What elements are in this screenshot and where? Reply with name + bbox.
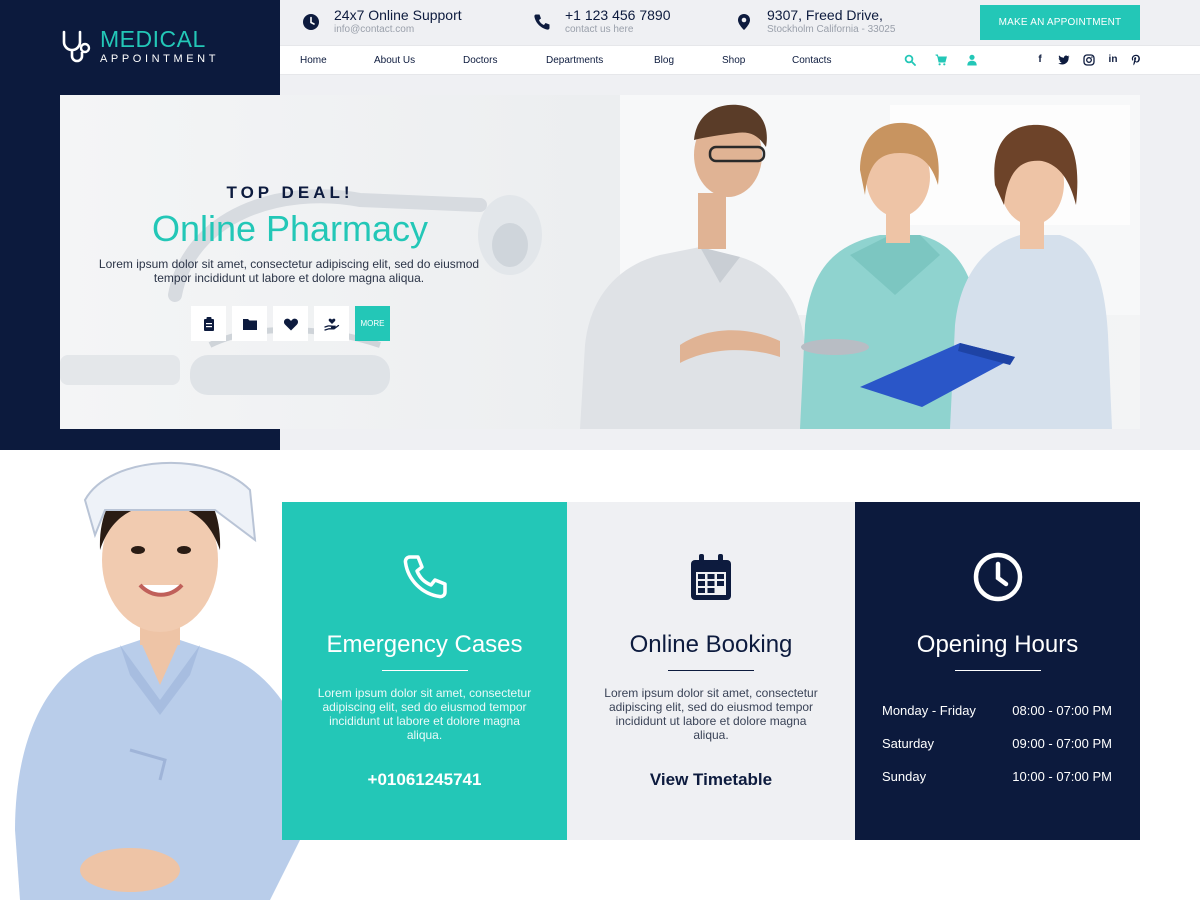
- hero-description: Lorem ipsum dolor sit amet, consectetur …: [98, 257, 480, 285]
- booking-card: Online Booking Lorem ipsum dolor sit ame…: [567, 502, 855, 840]
- twitter-icon[interactable]: [1058, 54, 1070, 66]
- hero-banner: TOP DEAL! Online Pharmacy Lorem ipsum do…: [60, 95, 1140, 429]
- support-email[interactable]: info@contact.com: [334, 24, 462, 35]
- make-appointment-button[interactable]: MAKE AN APPOINTMENT: [980, 5, 1140, 40]
- hero-action-buttons: MORE: [191, 306, 390, 341]
- phone-icon: [403, 555, 447, 599]
- instagram-icon[interactable]: [1083, 54, 1095, 66]
- nav-shop[interactable]: Shop: [722, 55, 745, 66]
- hand-heart-icon: [323, 318, 339, 331]
- emergency-text: Lorem ipsum dolor sit amet, consectetur …: [317, 686, 532, 742]
- main-nav: Home About Us Doctors Departments Blog S…: [280, 45, 1200, 75]
- hours-day: Monday - Friday: [882, 703, 976, 718]
- facebook-icon[interactable]: f: [1034, 54, 1046, 66]
- title-divider: [381, 670, 468, 671]
- emergency-phone-link[interactable]: +01061245741: [282, 770, 567, 790]
- hours-row: Sunday 10:00 - 07:00 PM: [882, 769, 1112, 784]
- phone-sub: contact us here: [565, 24, 634, 35]
- nav-blog[interactable]: Blog: [654, 55, 674, 66]
- address-line: 9307, Freed Drive,: [767, 7, 883, 23]
- nurse-photo: [15, 461, 315, 900]
- hero-title: Online Pharmacy: [151, 208, 429, 249]
- clipboard-icon: [203, 316, 214, 331]
- heart-icon: [283, 318, 298, 330]
- nav-contacts[interactable]: Contacts: [792, 55, 831, 66]
- clipboard-button[interactable]: [191, 306, 226, 341]
- booking-title: Online Booking: [629, 631, 793, 658]
- logo-name: MEDICAL: [100, 26, 206, 52]
- hours-title: Opening Hours: [916, 631, 1079, 658]
- map-pin-icon: [738, 14, 750, 30]
- phone-info: +1 123 456 7890 contact us here: [533, 7, 671, 35]
- address-city: Stockholm California - 33025: [767, 24, 896, 35]
- more-button[interactable]: MORE: [355, 306, 390, 341]
- hours-time: 08:00 - 07:00 PM: [1012, 703, 1112, 718]
- pinterest-icon[interactable]: [1130, 54, 1142, 66]
- phone-icon: [534, 14, 550, 30]
- phone-number[interactable]: +1 123 456 7890: [565, 7, 671, 23]
- support-info: 24x7 Online Support info@contact.com: [302, 7, 462, 35]
- folder-icon: [242, 318, 257, 330]
- hours-time: 10:00 - 07:00 PM: [1012, 769, 1112, 784]
- nav-home[interactable]: Home: [300, 55, 327, 66]
- hours-row: Saturday 09:00 - 07:00 PM: [882, 736, 1112, 751]
- hours-time: 09:00 - 07:00 PM: [1012, 736, 1112, 751]
- address-info: 9307, Freed Drive, Stockholm California …: [735, 7, 895, 35]
- heart-button[interactable]: [273, 306, 308, 341]
- search-icon[interactable]: [904, 54, 916, 66]
- calendar-icon: [691, 554, 731, 600]
- clock-icon: [303, 14, 319, 30]
- hero-overline: TOP DEAL!: [226, 183, 354, 202]
- opening-hours-card: Opening Hours Monday - Friday 08:00 - 07…: [855, 502, 1140, 840]
- stethoscope-icon: [62, 30, 91, 62]
- hours-day: Sunday: [882, 769, 927, 784]
- emergency-title: Emergency Cases: [326, 631, 523, 658]
- site-logo[interactable]: MEDICAL APPOINTMENT: [60, 28, 219, 65]
- linkedin-icon[interactable]: in: [1107, 54, 1119, 66]
- title-divider: [954, 670, 1041, 671]
- care-button[interactable]: [314, 306, 349, 341]
- hours-row: Monday - Friday 08:00 - 07:00 PM: [882, 703, 1112, 718]
- hours-day: Saturday: [882, 736, 935, 751]
- clock-icon: [973, 552, 1022, 602]
- nav-departments[interactable]: Departments: [546, 55, 603, 66]
- support-title: 24x7 Online Support: [334, 7, 462, 23]
- booking-text: Lorem ipsum dolor sit amet, consectetur …: [604, 686, 818, 742]
- cart-icon[interactable]: [935, 54, 947, 66]
- emergency-card: Emergency Cases Lorem ipsum dolor sit am…: [282, 502, 567, 840]
- title-divider: [668, 670, 754, 671]
- view-timetable-link[interactable]: View Timetable: [567, 770, 855, 790]
- folder-button[interactable]: [232, 306, 267, 341]
- user-icon[interactable]: [966, 54, 978, 66]
- nav-about-us[interactable]: About Us: [374, 55, 415, 66]
- logo-tagline: APPOINTMENT: [100, 53, 220, 65]
- nav-doctors[interactable]: Doctors: [463, 55, 497, 66]
